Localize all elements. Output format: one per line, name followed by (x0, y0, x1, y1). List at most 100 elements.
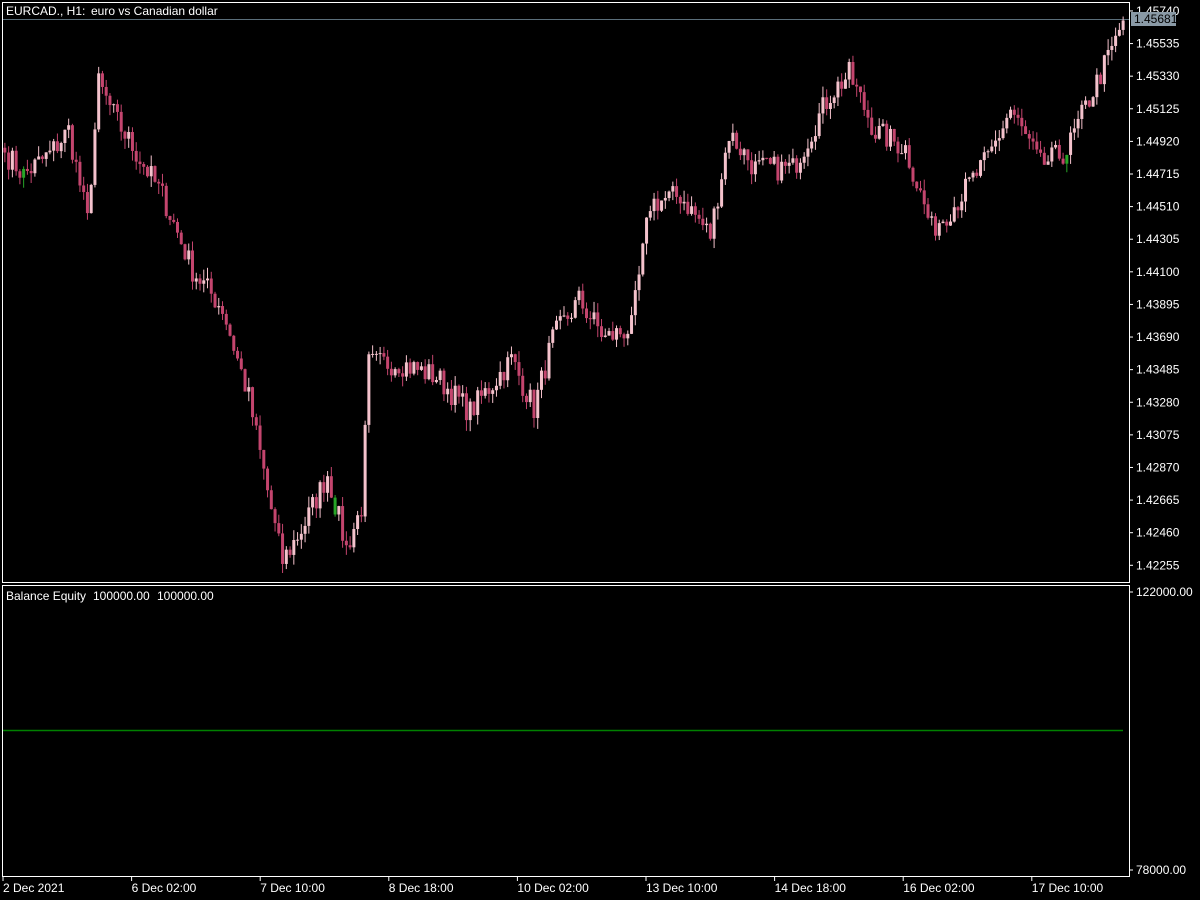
indicator-axis-top-label: 122000.00 (1136, 585, 1193, 599)
candle-body (382, 353, 386, 357)
time-axis-label: 16 Dec 02:00 (903, 881, 975, 895)
candle-body (412, 362, 416, 374)
candle-body (487, 388, 491, 394)
candle-body (1027, 134, 1031, 139)
candle-body (798, 162, 802, 173)
candle-body (768, 157, 772, 164)
candle-body (494, 385, 498, 391)
candle-body (645, 217, 649, 244)
candle-body (183, 244, 187, 260)
candle-body (130, 132, 134, 151)
candle-body (164, 185, 168, 217)
candle-body (74, 159, 78, 162)
candle-body (10, 150, 14, 170)
candle-body (558, 316, 562, 321)
candle-body (329, 476, 333, 498)
candle-body (194, 278, 198, 282)
candle-body (378, 353, 382, 355)
candle-body (123, 131, 127, 139)
candle-body (322, 482, 326, 493)
chart-symbol-label: EURCAD., H1: (6, 4, 85, 18)
candle-body (678, 196, 682, 204)
candle-body (134, 150, 138, 162)
candle-body (780, 161, 784, 181)
candle-body (697, 214, 701, 219)
candle-body (386, 356, 390, 369)
candle-body (633, 290, 637, 316)
candle-body (675, 186, 679, 197)
candle-body (63, 129, 67, 143)
candle-body (967, 177, 971, 179)
candle-body (299, 533, 303, 540)
candle-body (59, 142, 63, 152)
price-axis-label: 1.42870 (1136, 460, 1180, 474)
candle-body (344, 540, 348, 546)
candle-body (825, 97, 829, 109)
candle-body (1039, 149, 1043, 153)
candle-body (1061, 158, 1065, 164)
price-axis-label: 1.45330 (1136, 69, 1180, 83)
candle-body (761, 157, 765, 161)
candle-body (727, 140, 731, 153)
candle-body (877, 126, 881, 139)
time-axis-label: 2 Dec 2021 (3, 881, 65, 895)
candle-body (468, 401, 472, 421)
candle-body (738, 148, 742, 156)
candle-body (1110, 45, 1114, 50)
candle-body (104, 86, 108, 96)
candle-body (292, 540, 296, 555)
candle-body (686, 201, 690, 214)
candle-body (247, 387, 251, 392)
candle-body (1069, 132, 1073, 155)
candle-body (603, 335, 607, 337)
candle-body (554, 320, 558, 330)
candle-body (641, 243, 645, 275)
price-axis-label: 1.44715 (1136, 167, 1180, 181)
candle-body (1106, 49, 1110, 56)
candle-body (431, 364, 435, 383)
candle-body (303, 525, 307, 534)
candle-body (600, 326, 604, 337)
candle-body (89, 184, 93, 214)
price-axis-label: 1.44510 (1136, 200, 1180, 214)
candle-body (539, 370, 543, 390)
candle-body (356, 515, 360, 530)
candle-body (115, 104, 119, 112)
trading-chart-window[interactable]: EURCAD., H1: euro vs Canadian dollar 1.4… (0, 0, 1200, 900)
candle-body (100, 73, 104, 87)
candle-body (742, 149, 746, 156)
candle-body (517, 362, 521, 376)
candle-body (753, 161, 757, 175)
candle-body (1114, 35, 1118, 46)
candle-body (198, 278, 202, 284)
candle-body (348, 545, 352, 548)
candle-body (626, 333, 630, 339)
candle-body (67, 125, 71, 130)
candle-body (464, 393, 468, 421)
candle-body (648, 211, 652, 218)
candle-body (911, 167, 915, 182)
candle-body (18, 171, 22, 178)
price-axis-label: 1.43690 (1136, 330, 1180, 344)
candle-body (149, 166, 153, 177)
candle-body (191, 250, 195, 282)
candle-body (1031, 138, 1035, 142)
candle-body (746, 149, 750, 161)
candle-body (1076, 118, 1080, 129)
candle-body (862, 92, 866, 110)
candle-body (269, 490, 273, 510)
candle-body (922, 190, 926, 205)
candle-body (288, 549, 292, 555)
candle-body (873, 134, 877, 139)
candle-body (765, 157, 769, 159)
candle-body (885, 123, 889, 147)
candle-body (453, 385, 457, 406)
candle-body (513, 354, 517, 363)
candle-body (979, 160, 983, 176)
candle-body (44, 152, 48, 159)
candle-body (145, 166, 149, 177)
candle-body (585, 308, 589, 319)
candle-body (964, 178, 968, 202)
indicator-axis-bottom-label: 78000.00 (1136, 863, 1186, 877)
candle-body (930, 216, 934, 218)
